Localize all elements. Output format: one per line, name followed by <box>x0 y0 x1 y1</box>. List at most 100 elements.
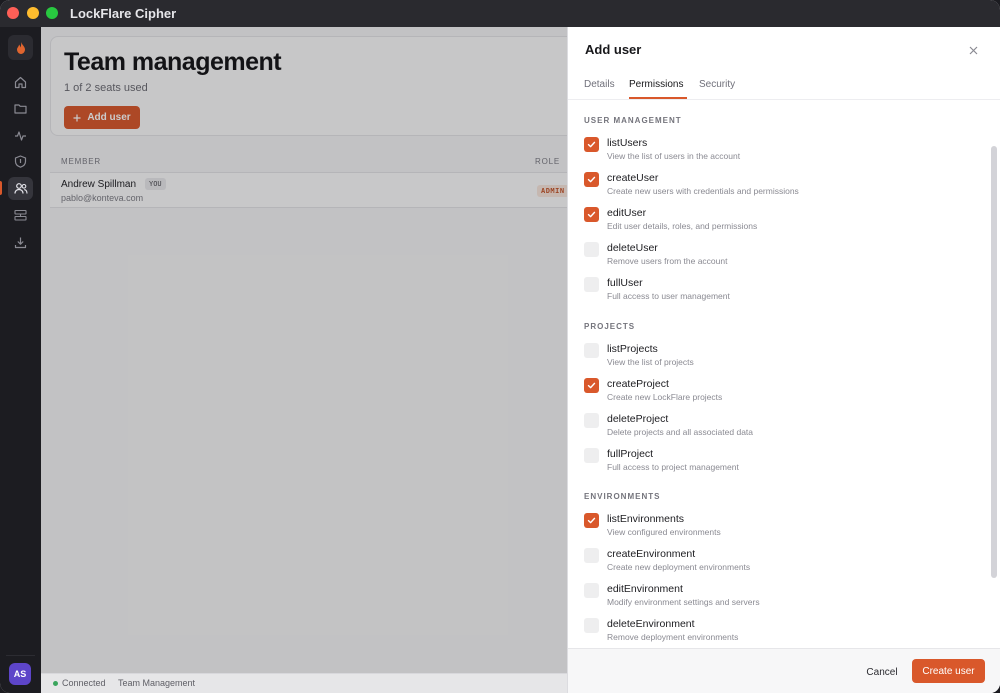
permission-checkbox[interactable] <box>584 277 599 292</box>
download-icon <box>14 237 27 249</box>
modal-backdrop[interactable] <box>41 27 567 693</box>
permission-item-listProjects[interactable]: listProjects View the list of projects <box>584 343 964 373</box>
connection-status-dot <box>53 681 58 686</box>
home-icon <box>14 76 27 89</box>
permission-checkbox[interactable] <box>584 583 599 598</box>
sidebar-item-activity[interactable] <box>8 124 33 147</box>
activity-icon <box>15 131 26 141</box>
permission-checkbox[interactable] <box>584 172 599 187</box>
sidebar: AS <box>0 27 41 693</box>
permission-description: View configured environments <box>607 527 721 537</box>
permission-checkbox[interactable] <box>584 413 599 428</box>
active-nav-indicator <box>0 181 2 195</box>
permission-item-fullUser[interactable]: fullUser Full access to user management <box>584 277 964 307</box>
permission-name: editEnvironment <box>607 583 683 595</box>
permission-item-deleteUser[interactable]: deleteUser Remove users from the account <box>584 242 964 272</box>
avatar[interactable]: AS <box>9 663 31 685</box>
permission-checkbox[interactable] <box>584 513 599 528</box>
sidebar-divider <box>6 655 35 656</box>
permission-description: Create new deployment environments <box>607 562 751 572</box>
permission-item-fullProject[interactable]: fullProject Full access to project manage… <box>584 448 964 478</box>
check-icon <box>587 211 596 218</box>
permission-name: fullUser <box>607 277 643 289</box>
title-bar: LockFlare Cipher <box>0 0 1000 27</box>
sidebar-item-security[interactable] <box>8 150 33 173</box>
permission-name: listEnvironments <box>607 513 685 525</box>
permission-name: deleteUser <box>607 242 658 254</box>
permission-description: Full access to project management <box>607 462 739 472</box>
cancel-button[interactable]: Cancel <box>858 661 906 683</box>
check-icon <box>587 382 596 389</box>
connection-status: Connected <box>62 678 106 688</box>
permission-description: Create new LockFlare projects <box>607 392 723 402</box>
permission-name: fullProject <box>607 448 654 460</box>
permission-checkbox[interactable] <box>584 548 599 563</box>
permission-name: listUsers <box>607 137 648 149</box>
permission-item-createEnvironment[interactable]: createEnvironment Create new deployment e… <box>584 548 964 578</box>
section-title: PROJECTS <box>584 322 636 331</box>
permission-description: Edit user details, roles, and permission… <box>607 221 758 231</box>
folder-icon <box>14 104 27 114</box>
permissions-list[interactable]: USER MANAGEMENT listUsers View the list of… <box>568 100 1000 648</box>
tab-details[interactable]: Details <box>584 79 615 90</box>
permission-description: View the list of users in the account <box>607 151 741 161</box>
permission-checkbox[interactable] <box>584 207 599 222</box>
permission-item-listUsers[interactable]: listUsers View the list of users in the a… <box>584 137 964 167</box>
drawer-title: Add user <box>585 42 642 57</box>
section-title: ENVIRONMENTS <box>584 492 661 501</box>
minimize-window-button[interactable] <box>27 7 39 19</box>
sidebar-item-projects[interactable] <box>8 97 33 120</box>
sidebar-item-environments[interactable] <box>8 204 33 227</box>
permission-checkbox[interactable] <box>584 618 599 633</box>
drawer-footer: Cancel Create user <box>568 648 1000 693</box>
permission-item-listEnvironments[interactable]: listEnvironments View configured environm… <box>584 513 964 543</box>
permission-checkbox[interactable] <box>584 378 599 393</box>
check-icon <box>587 141 596 148</box>
permission-item-deleteEnvironment[interactable]: deleteEnvironment Remove deployment envir… <box>584 618 964 648</box>
status-bar: Connected Team Management <box>41 673 567 693</box>
scrollbar[interactable] <box>991 146 997 578</box>
permission-checkbox[interactable] <box>584 137 599 152</box>
permission-item-editEnvironment[interactable]: editEnvironment Modify environment settin… <box>584 583 964 613</box>
check-icon <box>587 176 596 183</box>
permission-description: Remove users from the account <box>607 256 728 266</box>
users-icon <box>13 183 28 194</box>
check-icon <box>587 517 596 524</box>
permission-description: Create new users with credentials and pe… <box>607 186 799 196</box>
status-page-name: Team Management <box>118 678 196 688</box>
sidebar-item-home[interactable] <box>8 71 33 94</box>
permission-description: Full access to user management <box>607 291 730 301</box>
maximize-window-button[interactable] <box>46 7 58 19</box>
permission-checkbox[interactable] <box>584 448 599 463</box>
sidebar-item-downloads[interactable] <box>8 231 33 254</box>
permission-name: createEnvironment <box>607 548 696 560</box>
close-window-button[interactable] <box>7 7 19 19</box>
app-window: LockFlare Cipher AS Team management 1 of… <box>0 0 1000 693</box>
permission-item-deleteProject[interactable]: deleteProject Delete projects and all ass… <box>584 413 964 443</box>
tab-security[interactable]: Security <box>699 79 735 90</box>
app-title: LockFlare Cipher <box>70 6 177 21</box>
close-icon <box>969 46 977 54</box>
permission-name: createUser <box>607 172 659 184</box>
permission-name: deleteProject <box>607 413 669 425</box>
environments-icon <box>14 209 27 221</box>
permission-item-editUser[interactable]: editUser Edit user details, roles, and pe… <box>584 207 964 237</box>
permission-name: deleteEnvironment <box>607 618 695 630</box>
create-user-button[interactable]: Create user <box>912 659 985 683</box>
permission-description: View the list of projects <box>607 357 694 367</box>
permission-item-createUser[interactable]: createUser Create new users with credenti… <box>584 172 964 202</box>
flame-icon <box>16 41 25 54</box>
add-user-drawer: Add user Details Permissions Security US… <box>567 27 1000 693</box>
permission-checkbox[interactable] <box>584 242 599 257</box>
permission-description: Modify environment settings and servers <box>607 597 760 607</box>
section-title: USER MANAGEMENT <box>584 116 682 125</box>
shield-icon <box>14 155 27 168</box>
sidebar-item-team[interactable] <box>8 177 33 200</box>
permission-item-createProject[interactable]: createProject Create new LockFlare projec… <box>584 378 964 408</box>
app-logo[interactable] <box>8 35 33 60</box>
close-drawer-button[interactable] <box>965 42 981 58</box>
permission-description: Remove deployment environments <box>607 632 739 642</box>
tab-permissions[interactable]: Permissions <box>629 79 683 90</box>
permission-checkbox[interactable] <box>584 343 599 358</box>
permission-name: listProjects <box>607 343 658 355</box>
